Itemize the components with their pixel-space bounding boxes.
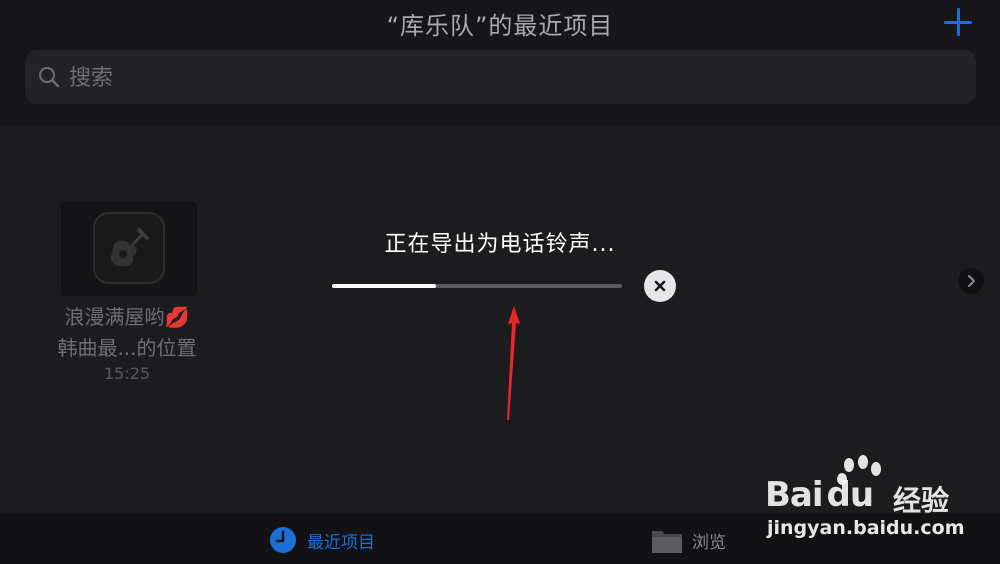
baidu-jingyan-watermark: Bai du 经验 jingyan.baidu.com <box>765 455 985 545</box>
clock-icon <box>270 527 296 553</box>
folder-icon <box>652 531 682 553</box>
search-bar[interactable] <box>25 50 976 106</box>
search-icon <box>39 67 60 88</box>
guitar-icon <box>111 228 149 267</box>
project-time: 15:25 <box>103 364 151 383</box>
annotation-arrow <box>507 306 520 420</box>
project-name-line2[interactable]: 韩曲最...的位置 <box>20 333 234 363</box>
cancel-export-button[interactable] <box>644 270 676 302</box>
project-thumbnail[interactable] <box>61 202 197 296</box>
watermark-product: 经验 <box>893 484 950 517</box>
watermark-url: jingyan.baidu.com <box>767 517 965 539</box>
garageband-app-icon <box>93 212 165 284</box>
export-progress-fill <box>332 284 437 288</box>
search-input[interactable] <box>67 50 951 106</box>
next-page-button[interactable] <box>958 268 984 294</box>
chevron-right-icon <box>968 275 975 287</box>
project-name-line1[interactable]: 浪漫满屋哟💋 <box>20 302 234 332</box>
watermark-brand-text: Bai <box>765 475 824 515</box>
close-icon <box>644 270 676 302</box>
tab-recent-label: 最近项目 <box>307 533 375 553</box>
header-bar: “库乐队”的最近项目 <box>0 0 1000 126</box>
export-status-label: 正在导出为电话铃声... <box>384 232 616 257</box>
tab-browse-label: 浏览 <box>692 533 726 553</box>
page-title: “库乐队”的最近项目 <box>386 12 614 40</box>
tab-browse[interactable]: 浏览 <box>650 515 770 564</box>
tab-recent-projects[interactable]: 最近项目 <box>268 515 428 564</box>
add-project-button[interactable] <box>944 8 972 36</box>
watermark-brand-tail: du <box>826 475 875 515</box>
watermark-brand: Bai du <box>765 475 875 515</box>
export-progress-bar <box>332 284 622 288</box>
